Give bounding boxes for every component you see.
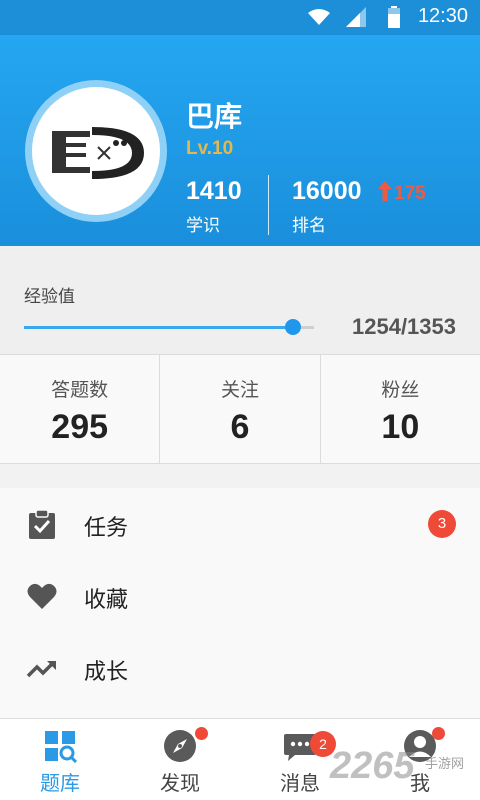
username: 巴库 <box>186 101 243 132</box>
count-label: 关注 <box>220 380 259 401</box>
tab-label: 题库 <box>40 773 80 795</box>
count-answers[interactable]: 答题数 295 <box>0 355 161 463</box>
avatar-logo-icon <box>52 127 144 179</box>
menu-item-label: 任务 <box>84 515 129 540</box>
knowledge-label: 学识 <box>186 216 220 235</box>
watermark-subtext: 手游网 <box>425 756 465 771</box>
count-following[interactable]: 关注 6 <box>160 355 321 463</box>
experience-progress-fill <box>24 326 293 329</box>
watermark-text: 2265 <box>330 745 415 787</box>
level-badge: Lv.10 <box>186 138 234 159</box>
count-label: 粉丝 <box>381 380 420 401</box>
trending-up-icon <box>26 661 56 678</box>
avatar[interactable] <box>25 80 167 222</box>
experience-label: 经验值 <box>24 287 75 306</box>
count-label: 答题数 <box>51 380 109 401</box>
menu-item-label: 成长 <box>84 659 129 684</box>
grid-search-icon <box>45 731 77 763</box>
rank-label: 排名 <box>292 216 326 235</box>
tab-question-bank[interactable]: 题库 <box>0 719 120 800</box>
compass-icon <box>164 730 196 762</box>
menu-item-growth[interactable]: 成长 <box>0 632 480 704</box>
count-value: 10 <box>381 408 420 446</box>
profile-header: 巴库 Lv.10 1410 学识 16000 175 排名 <box>0 35 480 246</box>
profile-menu: 任务 3 收藏 成长 <box>0 488 480 718</box>
stat-divider <box>268 175 269 235</box>
status-time: 12:30 <box>417 5 468 27</box>
count-value: 295 <box>51 408 109 446</box>
avatar-image <box>32 87 160 215</box>
experience-value: 1254/1353 <box>352 314 456 339</box>
experience-section: 经验值 1254/1353 <box>0 246 480 354</box>
tab-discover[interactable]: 发现 <box>120 719 240 800</box>
rank-change-value: 175 <box>394 183 426 204</box>
rank-change: 175 <box>378 181 426 205</box>
experience-progress-bar <box>24 319 314 335</box>
arrow-up-icon <box>378 181 392 201</box>
knowledge-value: 1410 <box>186 177 242 205</box>
watermark-logo: 2265 手游网 <box>330 745 480 800</box>
rank-value: 16000 <box>292 177 362 205</box>
tab-label: 发现 <box>160 773 200 795</box>
wifi-icon <box>308 9 330 25</box>
status-bar: 12:30 <box>0 0 480 35</box>
clipboard-check-icon <box>29 509 55 539</box>
count-value: 6 <box>230 408 250 446</box>
menu-item-favorites[interactable]: 收藏 <box>0 560 480 632</box>
experience-progress-knob <box>284 319 301 335</box>
heart-icon <box>27 583 57 609</box>
battery-icon <box>388 6 400 28</box>
count-followers[interactable]: 粉丝 10 <box>321 355 480 463</box>
notification-dot <box>195 727 208 740</box>
notification-dot <box>432 727 445 740</box>
stats-counts: 答题数 295 关注 6 粉丝 10 <box>0 354 480 464</box>
task-count-badge: 3 <box>428 510 456 538</box>
signal-icon <box>346 7 366 27</box>
menu-item-label: 收藏 <box>84 587 129 612</box>
menu-item-tasks[interactable]: 任务 3 <box>0 488 480 560</box>
